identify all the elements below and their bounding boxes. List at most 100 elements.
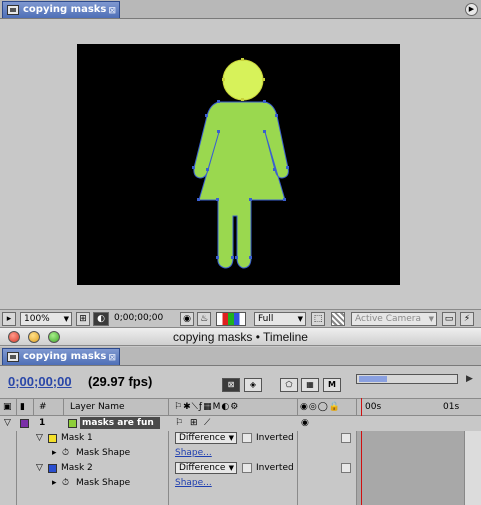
view-options-icon[interactable]: ▭ (442, 312, 456, 326)
stopwatch-icon[interactable]: ⏱ (62, 478, 69, 488)
current-time-display[interactable]: 0;00;00;00 (8, 374, 72, 389)
expand-mask-icon[interactable]: ▽ (36, 433, 43, 443)
timeline-controls: 0;00;00;00 (29.97 fps) ⊠ ◈ ⬠ ▦ M ▶ (0, 366, 481, 398)
composition-icon (7, 352, 19, 362)
inverted-checkbox[interactable] (242, 463, 252, 473)
mask-row[interactable]: ▽ Mask 1 Difference ▼ Inverted (0, 431, 481, 446)
switches-column-icons: ⚐✱⟍ƒ▦M◐⚙ (174, 402, 240, 412)
chevron-down-icon: ▼ (228, 434, 234, 442)
visibility-column-icon: ▣ (3, 402, 12, 412)
ruler-start-label: 00s (365, 402, 382, 412)
inverted-label: Inverted (256, 463, 294, 473)
mask-name[interactable]: Mask 2 (61, 463, 93, 473)
shy-switch-icon[interactable]: ⚐ (175, 418, 183, 428)
video-eye-icon[interactable]: ◉ (301, 418, 309, 428)
mask-lock-checkbox[interactable] (341, 463, 351, 473)
show-snapshot-icon[interactable]: ♨ (197, 312, 211, 326)
chevron-down-icon: ▼ (297, 315, 303, 323)
camera-select[interactable]: Active Camera ▼ (351, 312, 437, 326)
column-divider (63, 398, 64, 416)
tab-timeline[interactable]: copying masks ⊠ (2, 348, 120, 365)
mask-name[interactable]: Mask 1 (61, 433, 93, 443)
timeline-tabbar: copying masks ⊠ (0, 347, 481, 366)
mask-mode-select[interactable]: Difference ▼ (175, 462, 237, 474)
expand-property-icon[interactable]: ▸ (52, 478, 57, 488)
snapshot-icon[interactable]: ◉ (180, 312, 194, 326)
mask-property-row[interactable]: ▸ ⏱ Mask Shape Shape... (0, 476, 481, 491)
mask-shape-label: Mask Shape (76, 478, 131, 488)
mask-visibility-icon[interactable]: ◐ (93, 312, 109, 326)
panel-menu-arrow-icon[interactable]: ▶ (465, 3, 478, 16)
live-update-icon[interactable]: ◈ (244, 378, 262, 392)
channel-icon[interactable] (216, 312, 246, 326)
inverted-checkbox[interactable] (242, 433, 252, 443)
navigator-end-icon[interactable]: ▶ (466, 374, 473, 384)
inverted-label: Inverted (256, 433, 294, 443)
mask-mode-value: Difference (179, 433, 226, 443)
transparency-grid-icon[interactable] (331, 312, 345, 326)
comp-timecode[interactable]: 0;00;00;00 (114, 313, 163, 323)
always-preview-icon[interactable]: ▸ (2, 312, 16, 326)
composition-viewer[interactable] (77, 44, 400, 285)
figure-body (193, 101, 289, 269)
column-divider (33, 398, 34, 416)
comp-marker-icon[interactable]: ⊠ (222, 378, 240, 392)
layer-number: 1 (39, 418, 46, 428)
draft-3d-icon[interactable]: ⬠ (280, 378, 298, 392)
layer-label-color[interactable] (20, 419, 29, 428)
number-column: # (39, 402, 47, 412)
composition-tab-label: copying masks (23, 4, 107, 15)
mask-color-swatch[interactable] (48, 434, 57, 443)
time-navigator-range[interactable] (359, 376, 387, 382)
label-column-icon: ▮ (20, 402, 25, 412)
resolution-value: Full (258, 314, 274, 324)
camera-value: Active Camera (355, 314, 422, 324)
layer-row[interactable]: ▽ 1 masks are fun ⚐ ⊞ ⟋ ◉ (0, 416, 481, 431)
timeline-tab-label: copying masks (23, 351, 107, 362)
mask-shape-link[interactable]: Shape... (175, 448, 212, 458)
mask-mode-select[interactable]: Difference ▼ (175, 432, 237, 444)
motion-blur-icon[interactable]: M (323, 378, 341, 392)
layer-name-column[interactable]: Layer Name (70, 402, 125, 412)
fast-previews-icon[interactable]: ⚡ (460, 312, 474, 326)
timeline-titlebar: copying masks • Timeline (0, 327, 481, 346)
composition-tabbar: copying masks ⊠ ▶ (0, 0, 481, 19)
quality-switch-icon[interactable]: ⟋ (204, 418, 210, 428)
zoom-select[interactable]: 100% ▼ (20, 312, 72, 326)
close-icon[interactable]: ⊠ (108, 3, 116, 19)
region-of-interest-icon[interactable]: ⬚ (311, 312, 325, 326)
stopwatch-icon[interactable]: ⏱ (62, 448, 69, 458)
figure-canvas (192, 58, 289, 269)
chevron-down-icon: ▼ (228, 464, 234, 472)
composition-icon (7, 5, 19, 15)
layer-source-icon (68, 419, 77, 428)
mask-shape-link[interactable]: Shape... (175, 478, 212, 488)
chevron-down-icon: ▼ (428, 315, 434, 323)
collapse-switch-icon[interactable]: ⊞ (190, 418, 198, 428)
mask-mode-value: Difference (179, 463, 226, 473)
mask-property-row[interactable]: ▸ ⏱ Mask Shape Shape... (0, 446, 481, 461)
layer-name[interactable]: masks are fun (80, 417, 160, 429)
safe-margins-icon[interactable]: ⊞ (76, 312, 90, 326)
resolution-select[interactable]: Full ▼ (254, 312, 306, 326)
mask-shape-label: Mask Shape (76, 448, 131, 458)
close-icon[interactable]: ⊠ (108, 350, 116, 366)
composition-window: copying masks ⊠ ▶ ▸ 100% ▼ ⊞ ◐ 0;00;00;0… (0, 0, 481, 328)
frame-rate-display: (29.97 fps) (88, 374, 153, 389)
expand-property-icon[interactable]: ▸ (52, 448, 57, 458)
tab-composition[interactable]: copying masks ⊠ (2, 1, 120, 18)
figure-head (222, 59, 264, 101)
timeline-column-header: ▣ ▮ # Layer Name ⚐✱⟍ƒ▦M◐⚙ ◉◎◯🔒 00s 01s (0, 398, 481, 416)
zoom-value: 100% (24, 314, 50, 324)
composition-toolbar: ▸ 100% ▼ ⊞ ◐ 0;00;00;00 ◉ ♨ Full ▼ ⬚ Activ… (0, 309, 481, 327)
time-navigator[interactable] (356, 374, 458, 384)
mask-color-swatch[interactable] (48, 464, 57, 473)
chevron-down-icon: ▼ (63, 315, 69, 323)
expand-mask-icon[interactable]: ▽ (36, 463, 43, 473)
frame-blending-icon[interactable]: ▦ (301, 378, 319, 392)
mask-row[interactable]: ▽ Mask 2 Difference ▼ Inverted (0, 461, 481, 476)
mask-lock-checkbox[interactable] (341, 433, 351, 443)
expand-layer-icon[interactable]: ▽ (4, 418, 11, 428)
ruler-next-label: 01s (443, 402, 460, 412)
av-features-column-icons: ◉◎◯🔒 (300, 402, 341, 412)
